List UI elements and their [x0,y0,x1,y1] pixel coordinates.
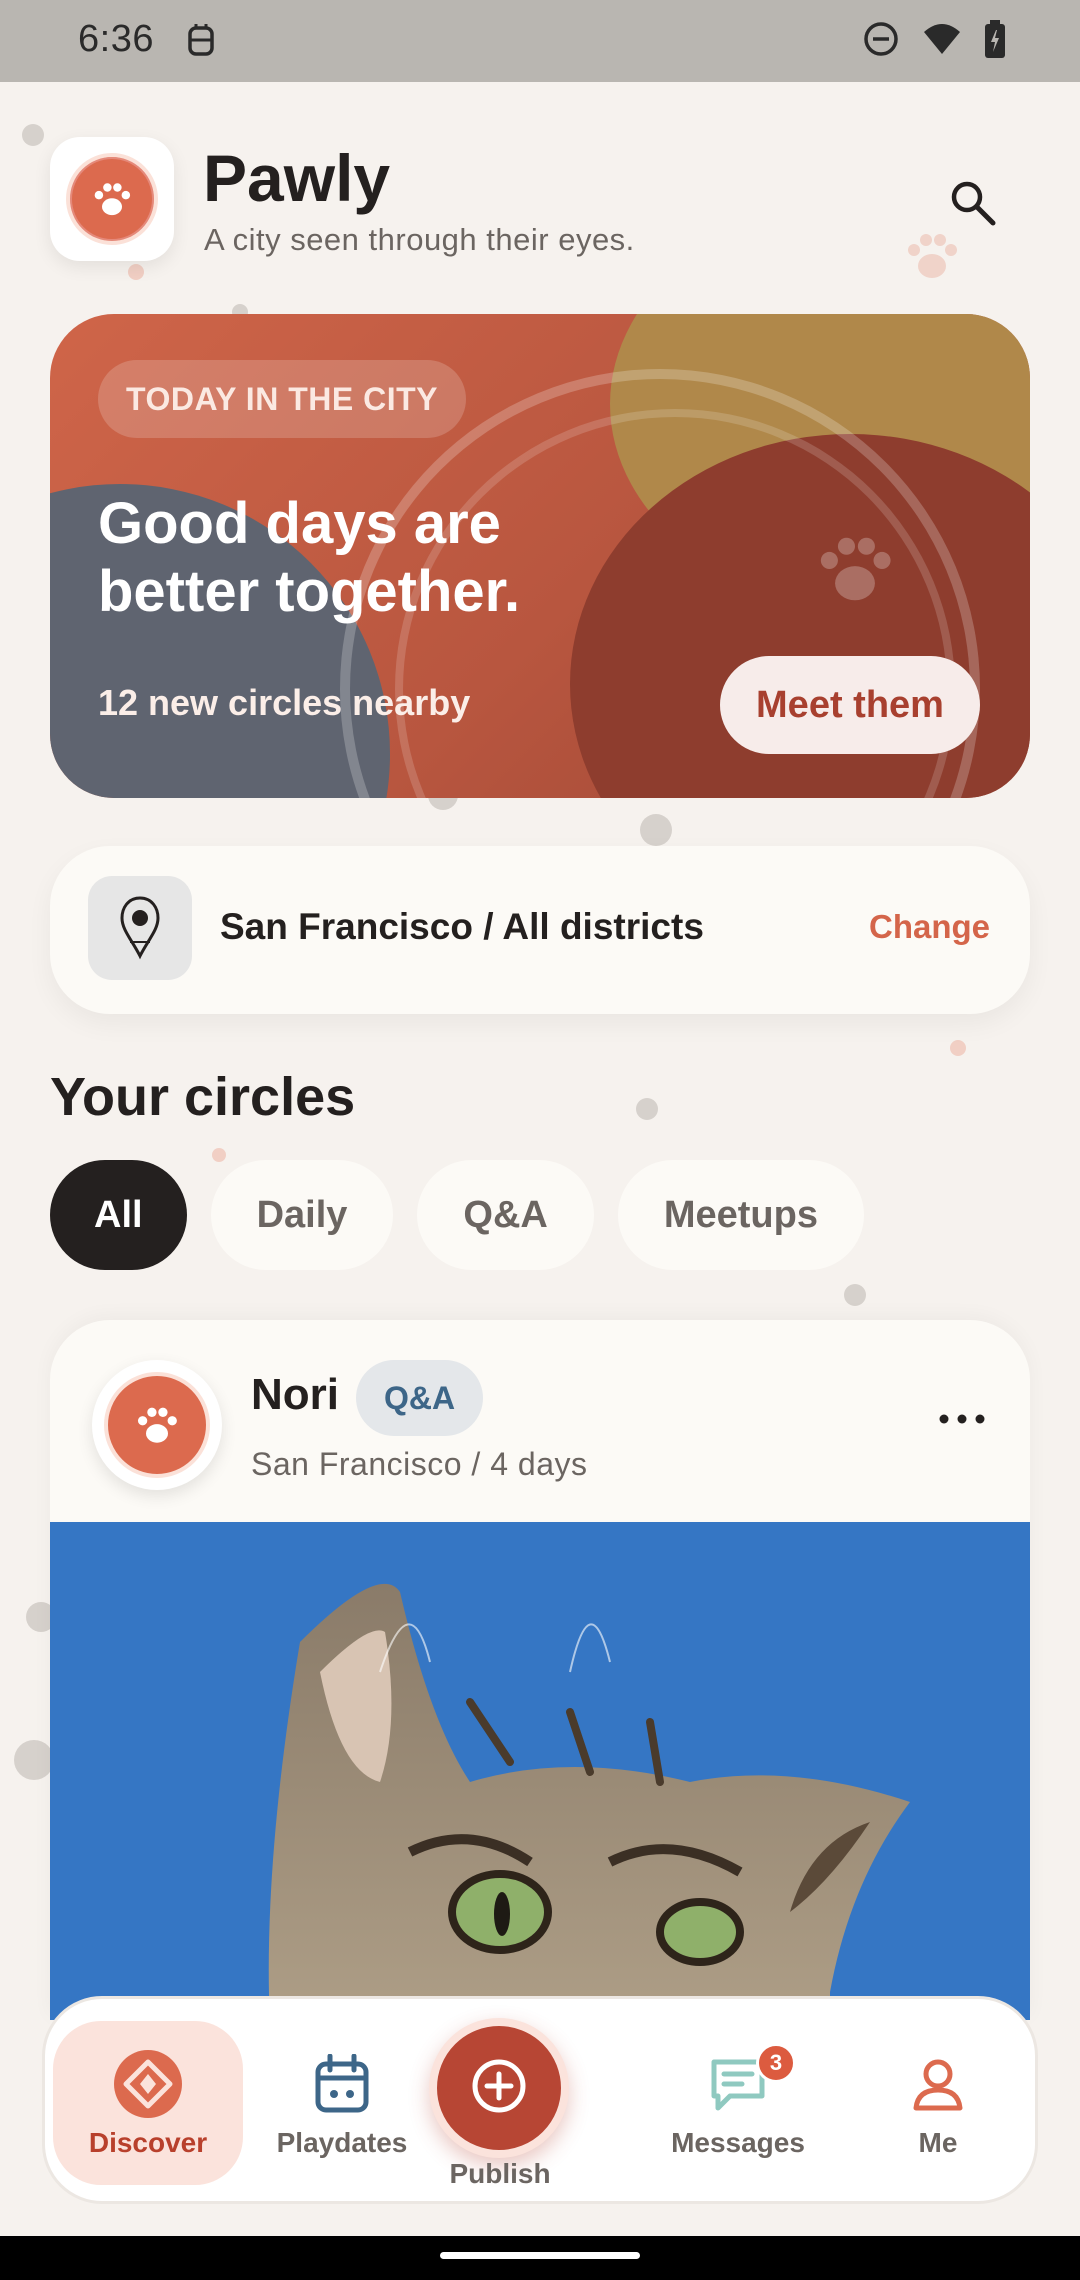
wifi-icon [922,22,962,61]
hero-subtext: 12 new circles nearby [98,682,471,723]
section-title-circles: Your circles [50,1067,356,1127]
decorative-dot [640,814,672,846]
calendar-icon [314,2051,370,2117]
message-icon: 3 [708,2043,796,2117]
meet-them-button[interactable]: Meet them [720,656,980,754]
filter-chip-meetups[interactable]: Meetups [617,1160,864,1270]
nav-label-messages: Messages [671,2127,805,2158]
publish-button[interactable] [429,2018,569,2158]
more-options-button[interactable] [932,1400,992,1440]
post-meta: San Francisco / 4 days [251,1446,588,1482]
hero-banner: TODAY IN THE CITY Good days are better t… [50,314,1030,798]
app-title: Pawly [203,141,391,215]
android-notification-icon [186,22,216,65]
nav-item-messages[interactable]: 3 Messages [643,1999,833,2207]
nav-label-me: Me [918,2127,958,2158]
app-header: Pawly A city seen through their eyes. [0,82,1080,312]
post-photo[interactable] [50,1522,1030,2020]
do-not-disturb-icon [862,20,900,63]
filter-chip-all[interactable]: All [50,1160,187,1270]
battery-icon [984,20,1006,63]
status-bar: 6:36 [0,0,1080,82]
post-tag: Q&A [356,1360,484,1436]
unread-badge: 3 [756,2043,796,2083]
decorative-dot [950,1040,966,1056]
app-logo [50,137,174,261]
person-icon [910,2051,966,2117]
circle-filter-chips: All Daily Q&A Meetups [50,1160,864,1270]
location-pin-icon [88,876,192,980]
search-button[interactable] [938,170,1008,240]
nav-label-publish: Publish [449,2158,551,2189]
filter-chip-qa[interactable]: Q&A [417,1160,594,1270]
decorative-dot [14,1740,54,1780]
change-location-link[interactable]: Change [869,908,990,946]
compass-icon [112,2050,184,2118]
cat-photo-illustration [50,1522,1030,2020]
avatar[interactable] [92,1360,222,1490]
app-tagline: A city seen through their eyes. [204,222,635,257]
decorative-dot [636,1098,658,1120]
more-horizontal-icon [939,1411,985,1429]
nav-label-discover: Discover [88,2127,208,2158]
paw-avatar-icon [104,1372,210,1478]
nav-item-playdates[interactable]: Playdates [247,1999,437,2207]
nav-item-me[interactable]: Me [843,1999,1033,2207]
home-gesture-handle[interactable] [440,2252,640,2259]
decorative-dot [844,1284,866,1306]
nav-item-discover[interactable]: Discover [53,2021,243,2185]
location-selector[interactable]: San Francisco / All districts Change [50,846,1030,1014]
post-author[interactable]: Nori [251,1370,339,1420]
status-time: 6:36 [78,18,154,60]
search-icon [947,177,999,234]
nav-label-playdates: Playdates [276,2127,408,2158]
paw-decoration-icon [815,532,895,611]
location-label: San Francisco / All districts [220,906,704,947]
hero-badge: TODAY IN THE CITY [98,360,466,438]
hero-headline: Good days are better together. [98,491,521,624]
paw-logo-icon [66,153,158,245]
filter-chip-daily[interactable]: Daily [210,1160,394,1270]
system-gesture-bar [0,2236,1080,2280]
post-card[interactable]: Nori Q&A San Francisco / 4 days [50,1320,1030,2020]
plus-circle-icon [469,2056,529,2121]
